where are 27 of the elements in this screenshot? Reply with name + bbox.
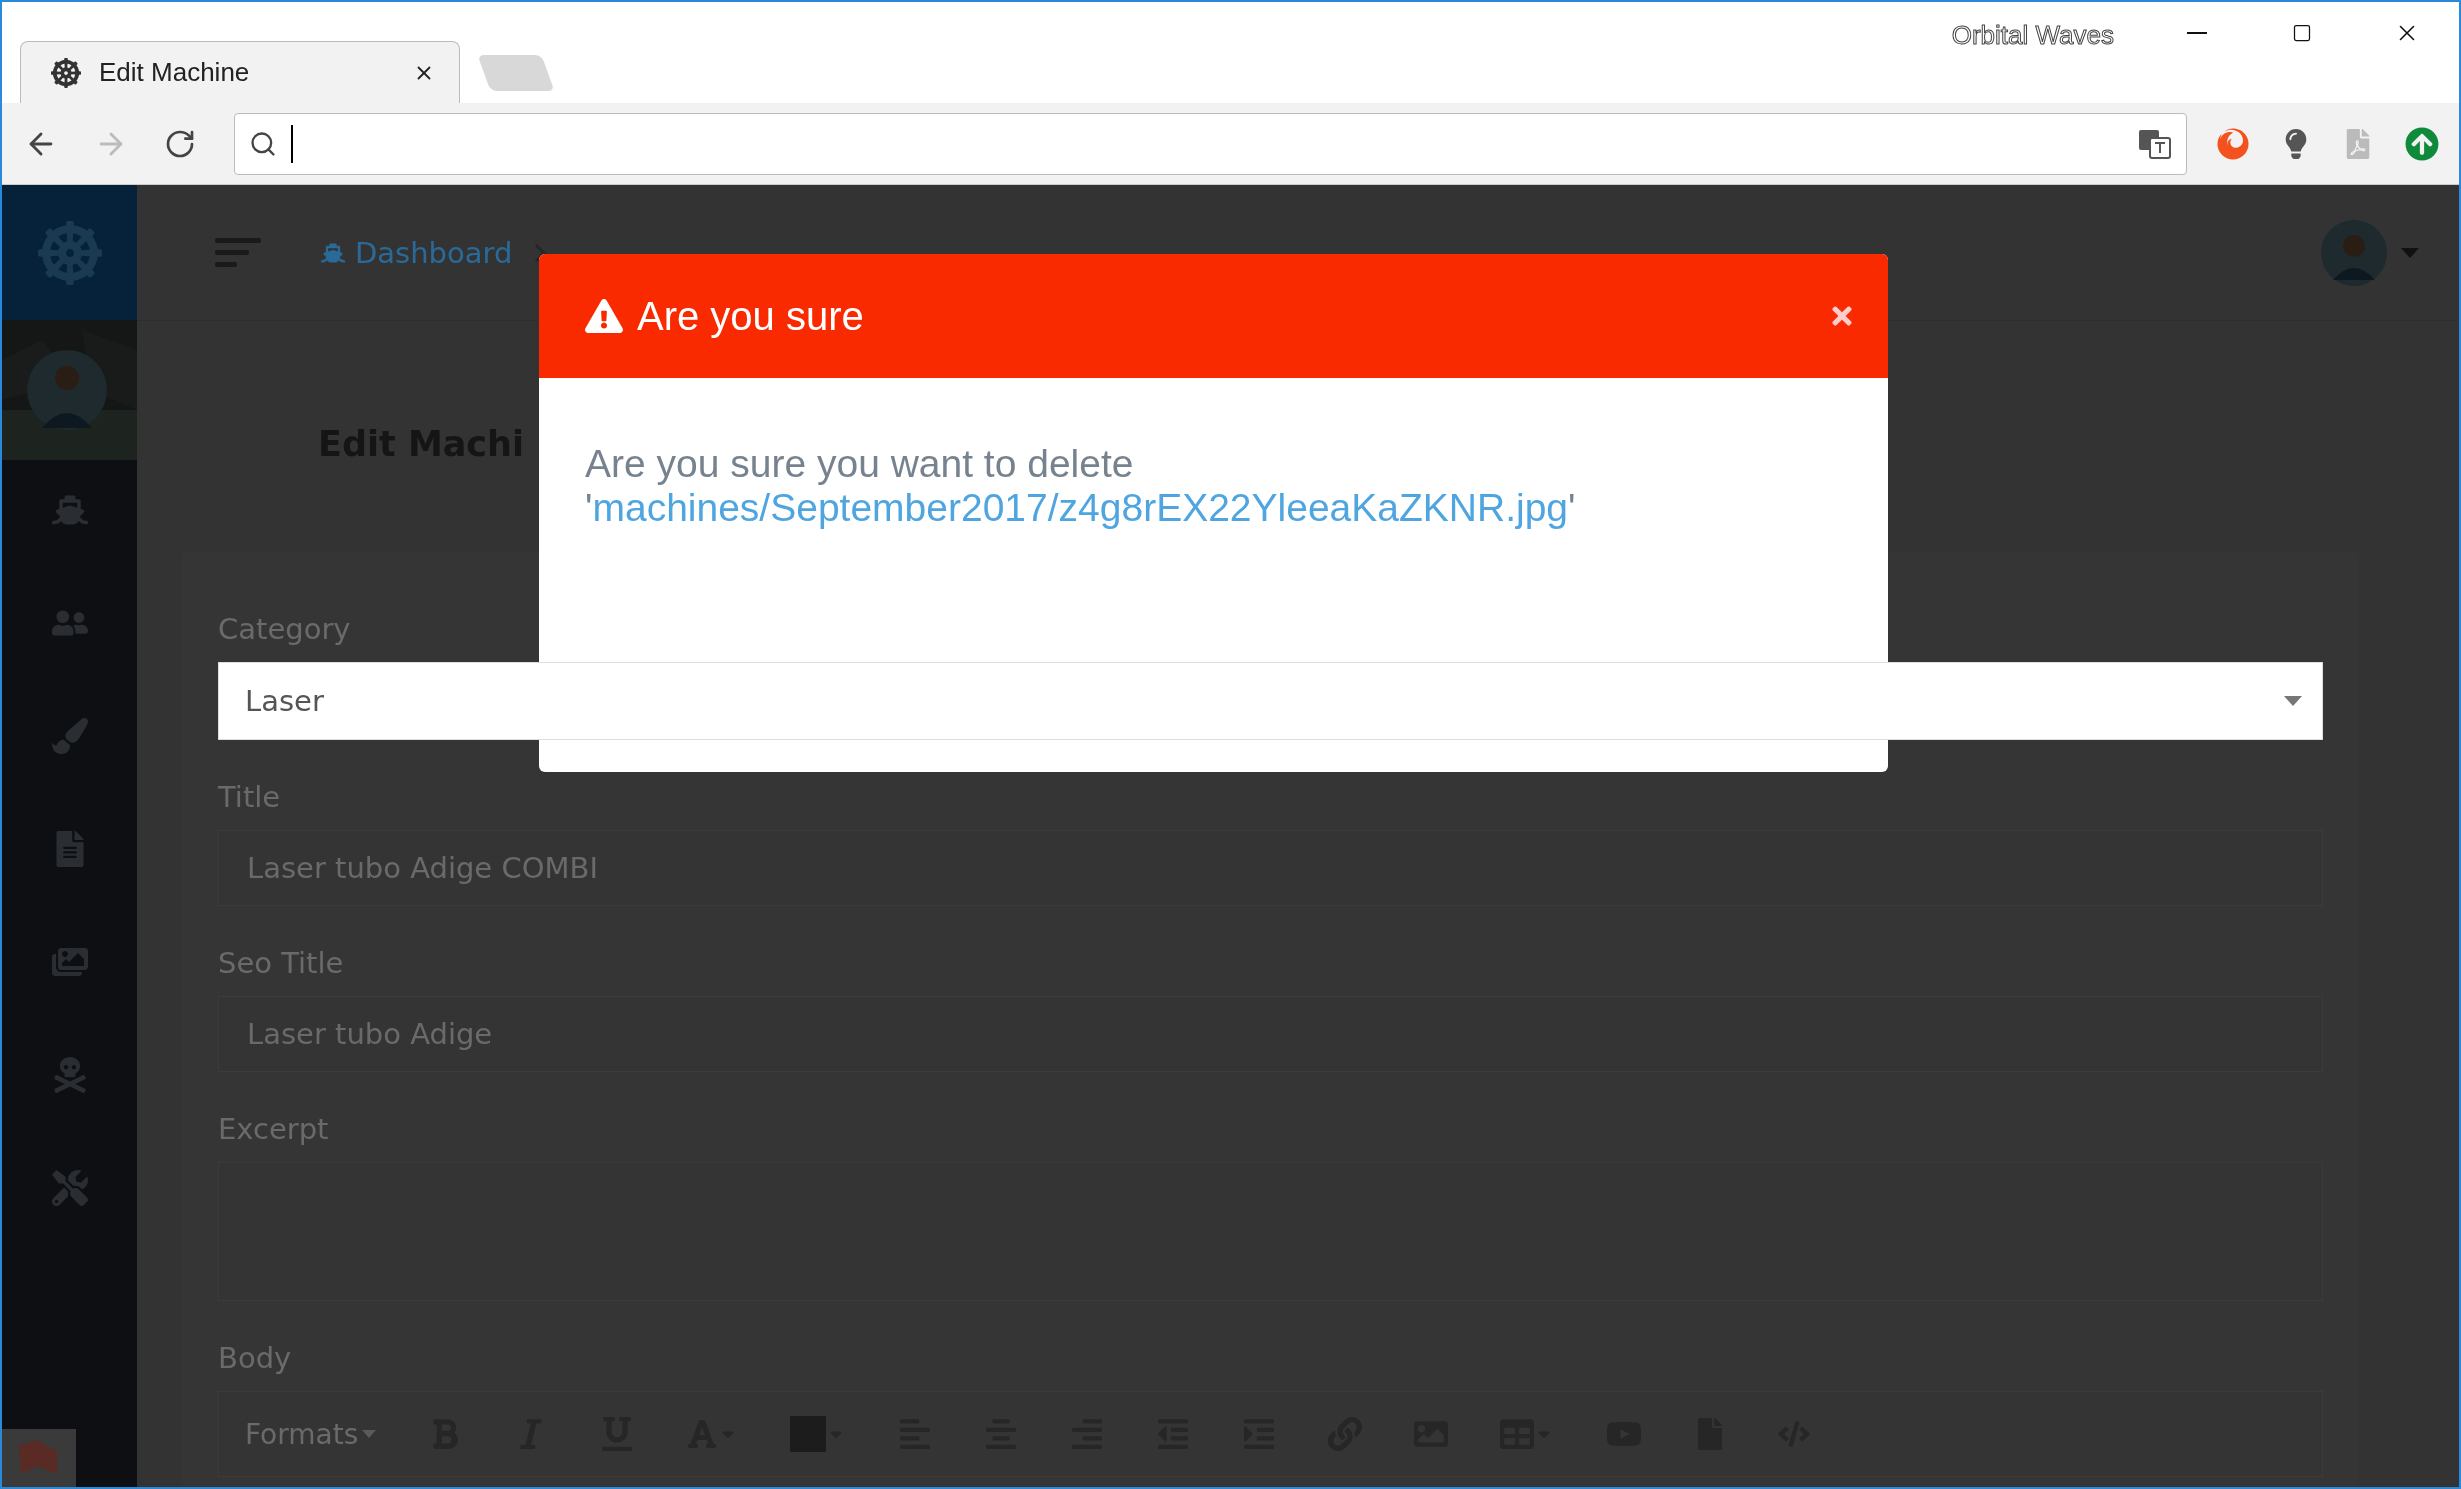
ship-icon [321, 240, 345, 265]
skull-icon[interactable] [51, 1057, 88, 1093]
translate-icon [2138, 128, 2172, 159]
minimize-icon [2186, 32, 2207, 34]
avatar [2321, 219, 2387, 286]
brush-icon[interactable] [51, 718, 88, 754]
tools-icon[interactable] [51, 1170, 88, 1206]
file-path-link[interactable]: machines/September2017/z4g8rEX22YleeaKaZKNR.jpg [592, 486, 1569, 529]
breadcrumb-link[interactable]: Dashboard [321, 235, 513, 270]
search-icon [249, 129, 277, 158]
laravel-logo[interactable] [2, 1429, 76, 1487]
ship-wheel-icon [37, 220, 102, 285]
dialog-message: Are you sure you want to delete 'machines/September2017/z4g8rEX22YleeaKaZKNR.jpg' [585, 442, 1577, 530]
category-select[interactable]: Laser [218, 662, 2323, 740]
ship-wheel-icon [51, 57, 81, 88]
dialog-title: Are you sure [637, 293, 865, 339]
address-field[interactable] [234, 112, 2187, 175]
browser-tab[interactable]: Edit Machine [20, 41, 460, 103]
caret-icon [2284, 696, 2302, 706]
warning-icon [585, 297, 623, 335]
chevron-icon [534, 242, 547, 263]
menu-icon [215, 237, 261, 268]
caret-icon [362, 1430, 377, 1438]
maximize-icon [2291, 23, 2312, 43]
tab-title: Edit Machine [99, 57, 251, 88]
window-title: Orbital Waves [1951, 20, 2114, 51]
caret-icon [2401, 247, 2419, 258]
